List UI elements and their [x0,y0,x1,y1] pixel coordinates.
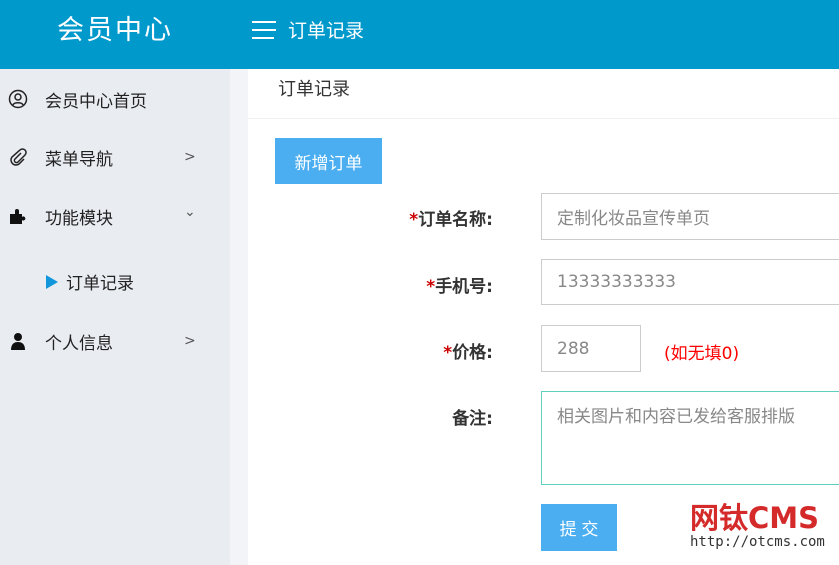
divider [248,118,839,119]
logo: 会员中心 [57,15,173,46]
sidebar-item-modules[interactable]: 功能模块 ⌄ [0,196,230,236]
top-bar: 会员中心 订单记录 [0,0,839,69]
paperclip-icon [10,148,27,166]
price-hint: (如无填0) [664,344,740,364]
note-label: 备注: [452,409,493,429]
chevron-right-icon: > [184,333,196,349]
menu-icon[interactable] [252,21,276,39]
watermark-logo: 网钛CMS http://otcms.com [690,501,825,550]
sidebar-subitem-orders[interactable]: 订单记录 [46,269,134,294]
sidebar-item-label: 个人信息 [45,333,113,354]
price-input[interactable]: 288 [541,325,641,372]
sidebar: 会员中心首页 菜单导航 > 功能模块 ⌄ 订单记录 个人信息 > [0,69,230,565]
submit-button[interactable]: 提 交 [541,504,617,551]
phone-label: *手机号: [426,277,493,297]
sidebar-gutter [230,69,248,565]
note-textarea[interactable]: 相关图片和内容已发给客服排版 [541,391,839,485]
price-label: *价格: [443,343,493,363]
phone-input[interactable]: 13333333333 [541,259,839,305]
sidebar-item-label: 会员中心首页 [45,91,147,112]
triangle-right-icon [46,274,58,289]
order-name-input[interactable]: 定制化妆品宣传单页 [541,193,839,240]
page-header-title: 订单记录 [288,20,365,42]
chevron-down-icon: ⌄ [184,204,196,220]
sidebar-item-menu-nav[interactable]: 菜单导航 > [0,137,230,177]
user-circle-icon [8,89,28,109]
sidebar-subitem-label: 订单记录 [66,274,134,294]
sidebar-item-home[interactable]: 会员中心首页 [0,79,230,119]
add-order-button[interactable]: 新增订单 [275,138,382,184]
order-name-label: *订单名称: [409,210,493,230]
sidebar-item-profile[interactable]: 个人信息 > [0,321,230,361]
sidebar-item-label: 功能模块 [45,208,113,229]
chevron-right-icon: > [184,149,196,165]
breadcrumb: 订单记录 [278,79,350,100]
user-icon [11,333,25,350]
sidebar-item-label: 菜单导航 [45,149,113,170]
puzzle-icon [10,209,26,224]
